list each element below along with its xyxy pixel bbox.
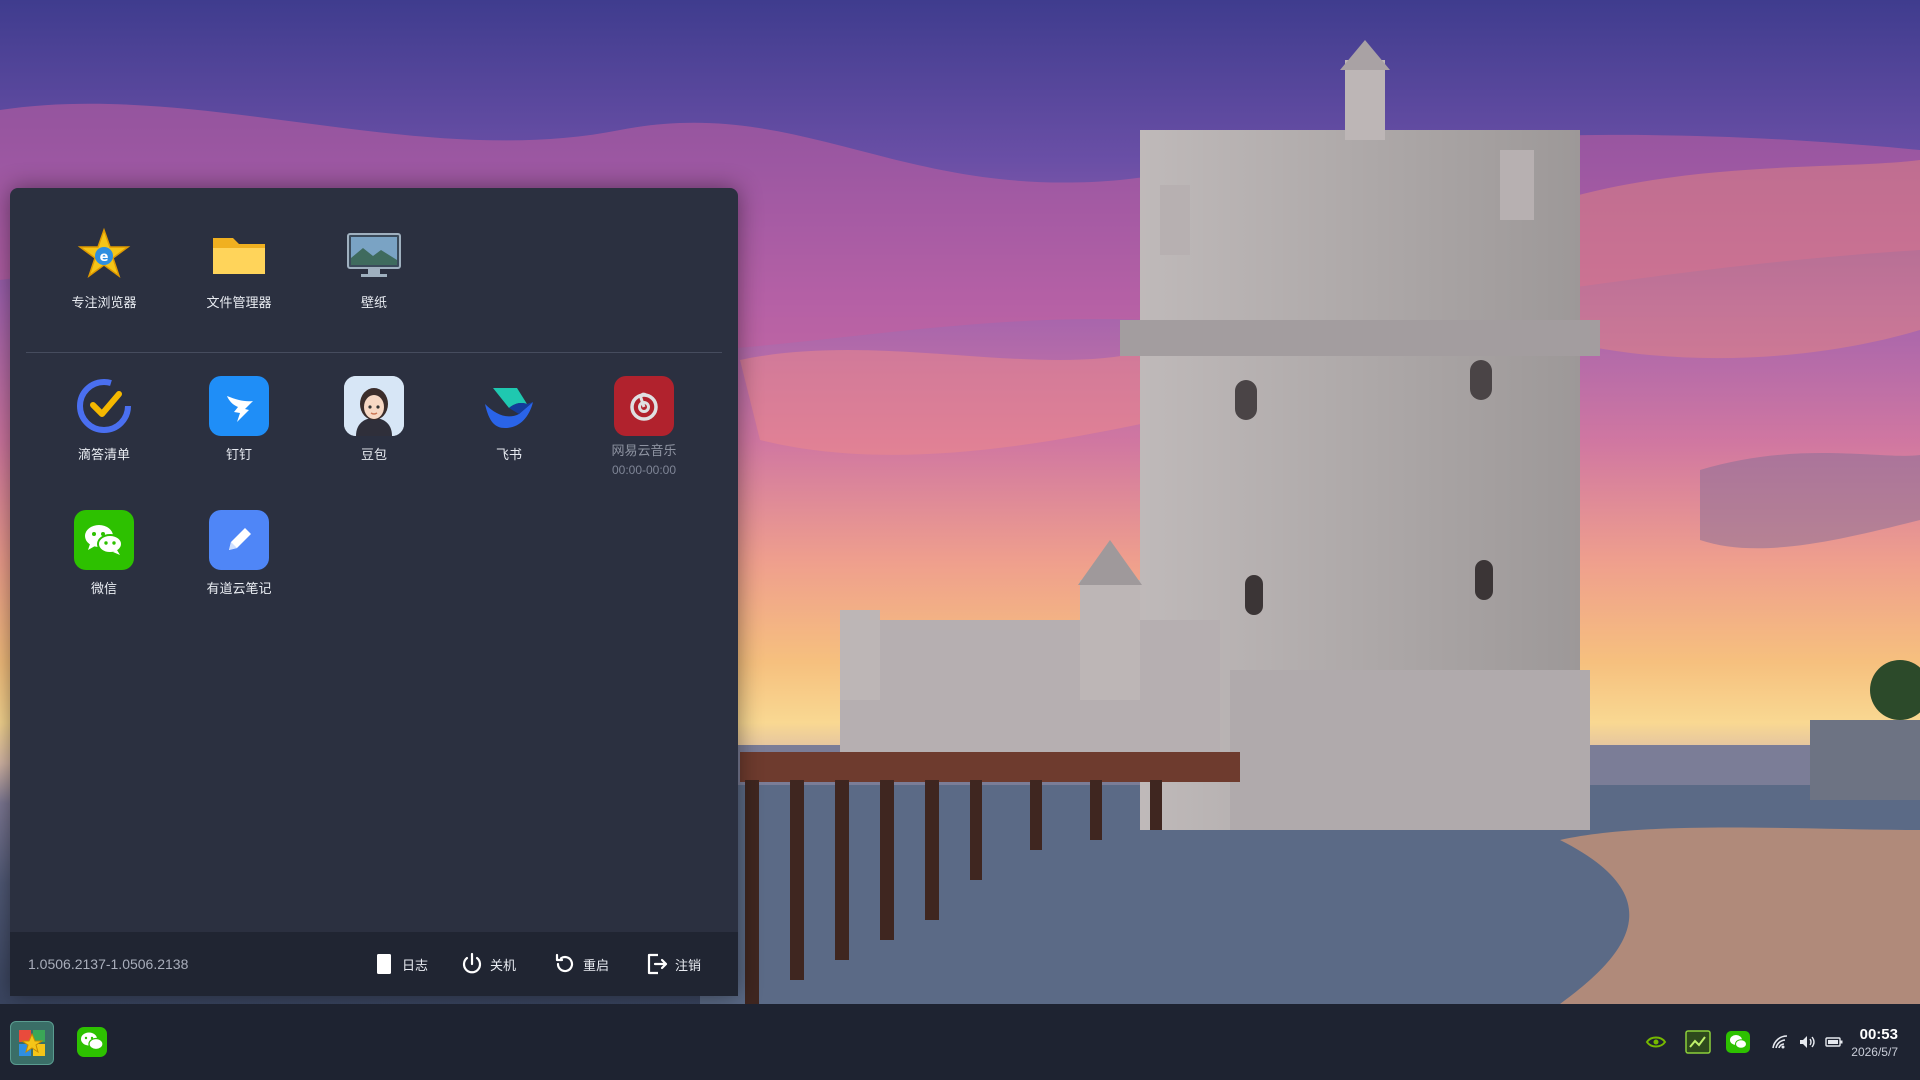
wifi-icon[interactable] bbox=[1770, 1030, 1790, 1054]
restart-label: 重启 bbox=[583, 957, 610, 973]
app-label: 壁纸 bbox=[360, 295, 387, 310]
taskbar-wechat[interactable] bbox=[70, 1020, 114, 1064]
app-feishu[interactable]: 飞书 bbox=[454, 376, 564, 486]
volume-icon[interactable] bbox=[1797, 1030, 1817, 1054]
start-menu-footer: 1.0506.2137-1.0506.2138 日志 关机 重启 注销 bbox=[10, 932, 738, 996]
app-label: 微信 bbox=[90, 581, 117, 596]
netease-music-icon bbox=[614, 376, 674, 436]
app-label: 豆包 bbox=[360, 447, 387, 462]
clock-date: 2026/5/7 bbox=[1851, 1045, 1898, 1059]
app-youdao-note[interactable]: 有道云笔记 bbox=[184, 510, 294, 620]
log-button[interactable]: 日志 bbox=[372, 950, 428, 978]
app-label: 网易云音乐 bbox=[611, 443, 677, 458]
start-menu: e 专注浏览器 文件管理器 壁纸 滴答清单 钉钉 豆包 飞书 网易云音乐 00:… bbox=[10, 188, 738, 996]
document-icon bbox=[377, 954, 391, 974]
app-wallpaper[interactable]: 壁纸 bbox=[319, 224, 429, 334]
app-focus-browser[interactable]: e 专注浏览器 bbox=[49, 224, 159, 334]
taskbar: 00:53 2026/5/7 bbox=[0, 1004, 1920, 1080]
wechat-icon bbox=[77, 1027, 107, 1057]
app-wechat[interactable]: 微信 bbox=[49, 510, 159, 620]
restart-icon bbox=[555, 953, 574, 973]
log-label: 日志 bbox=[402, 957, 429, 973]
start-logo-icon bbox=[19, 1030, 45, 1056]
wechat-icon bbox=[74, 510, 134, 570]
monitor-wallpaper-icon bbox=[344, 224, 404, 284]
shutdown-label: 关机 bbox=[490, 957, 517, 973]
app-label: 飞书 bbox=[495, 447, 522, 462]
menu-divider bbox=[26, 352, 722, 353]
logout-button[interactable]: 注销 bbox=[645, 950, 701, 978]
folder-icon bbox=[209, 224, 269, 284]
app-doubao[interactable]: 豆包 bbox=[319, 376, 429, 486]
browser-star-icon: e bbox=[74, 224, 134, 284]
restart-button[interactable]: 重启 bbox=[553, 950, 609, 978]
app-time-range: 00:00-00:00 bbox=[611, 463, 677, 477]
app-netease-music[interactable]: 网易云音乐 00:00-00:00 bbox=[589, 376, 699, 486]
battery-icon[interactable] bbox=[1824, 1030, 1844, 1054]
app-file-manager[interactable]: 文件管理器 bbox=[184, 224, 294, 334]
clock-time: 00:53 bbox=[1859, 1026, 1898, 1043]
youdao-note-icon bbox=[209, 510, 269, 570]
nvidia-tray-icon[interactable] bbox=[1643, 1030, 1669, 1054]
logout-label: 注销 bbox=[675, 957, 702, 973]
feishu-icon bbox=[479, 376, 539, 436]
app-ticktick[interactable]: 滴答清单 bbox=[49, 376, 159, 486]
taskbar-clock[interactable]: 00:53 2026/5/7 bbox=[1851, 1026, 1898, 1059]
start-button[interactable] bbox=[10, 1021, 54, 1065]
version-text: 1.0506.2137-1.0506.2138 bbox=[28, 956, 189, 972]
doubao-avatar-icon bbox=[344, 376, 404, 436]
app-label: 钉钉 bbox=[225, 447, 252, 462]
shutdown-button[interactable]: 关机 bbox=[460, 950, 516, 978]
logout-icon bbox=[647, 953, 668, 975]
svg-text:e: e bbox=[100, 250, 109, 265]
app-label: 有道云笔记 bbox=[206, 581, 272, 596]
app-label: 文件管理器 bbox=[206, 295, 272, 310]
app-label: 滴答清单 bbox=[77, 447, 130, 462]
dingtalk-icon bbox=[209, 376, 269, 436]
app-dingtalk[interactable]: 钉钉 bbox=[184, 376, 294, 486]
monitor-tray-icon[interactable] bbox=[1684, 1030, 1712, 1054]
app-label: 专注浏览器 bbox=[71, 295, 137, 310]
wechat-tray-icon[interactable] bbox=[1724, 1030, 1752, 1054]
pinned-apps: e 专注浏览器 文件管理器 壁纸 bbox=[10, 224, 738, 344]
ticktick-icon bbox=[74, 376, 134, 436]
power-icon bbox=[462, 952, 482, 974]
